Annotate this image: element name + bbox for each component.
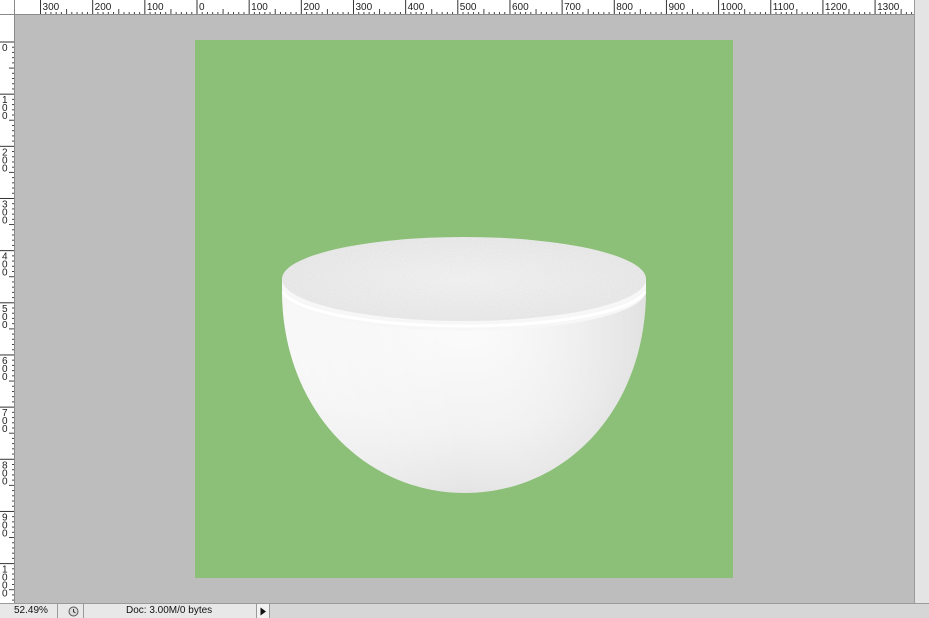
ruler-label: 0 [2, 424, 8, 435]
ruler-label: 900 [668, 2, 685, 13]
ruler-label: 200 [95, 2, 112, 13]
ruler-label: 0 [2, 215, 8, 226]
vertical-scrollbar[interactable] [914, 0, 929, 603]
ruler-label: 0 [2, 111, 8, 122]
ruler-label: 600 [512, 2, 529, 13]
bowl-illustration [281, 237, 647, 493]
ruler-label: 100 [251, 2, 268, 13]
vertical-ruler[interactable]: 01002003004005006007008009001000 [0, 15, 15, 603]
ruler-label: 0 [2, 163, 8, 174]
ruler-label: 0 [2, 43, 8, 54]
ruler-label: 500 [460, 2, 477, 13]
ruler-label: 300 [43, 2, 60, 13]
document-size-info: Doc: 3.00M/0 bytes [126, 605, 213, 616]
history-clock-icon[interactable] [64, 604, 84, 618]
ruler-label: 0 [199, 2, 205, 13]
ruler-label: 800 [616, 2, 633, 13]
ruler-label: 0 [2, 476, 8, 487]
document-canvas[interactable] [195, 40, 733, 578]
horizontal-ruler-ticks: 300 200 100 0 100 200 300 400 500 600 700 800 900 100… [40, 0, 913, 14]
ruler-label: 0 [2, 268, 8, 279]
ruler-label: 1100 [773, 2, 795, 13]
ruler-label: 0 [2, 528, 8, 539]
bowl-top-texture [282, 237, 646, 321]
ruler-label: 1200 [825, 2, 848, 13]
status-bar-filler [270, 604, 929, 618]
ruler-origin-corner[interactable] [0, 0, 15, 15]
ruler-label: 1000 [721, 2, 744, 13]
zoom-level-field[interactable]: 52.49% [0, 604, 58, 618]
ruler-label: 0 [2, 589, 8, 600]
photoshop-document-window: 300 200 100 0 100 200 300 400 500 600 700 800 900 100… [0, 0, 929, 618]
ruler-label: 300 [355, 2, 372, 13]
ruler-label: 400 [408, 2, 425, 13]
status-bar: 52.49% Doc: 3.00M/0 bytes [0, 603, 929, 618]
ruler-label: 700 [564, 2, 581, 13]
ruler-label: 100 [147, 2, 164, 13]
horizontal-ruler[interactable]: 300 200 100 0 100 200 300 400 500 600 700 800 900 100… [15, 0, 914, 15]
ruler-label: 200 [303, 2, 320, 13]
ruler-label: 0 [2, 320, 8, 331]
ruler-label: 1300 [877, 2, 900, 13]
pasteboard [15, 15, 914, 603]
ruler-label: 0 [2, 372, 8, 383]
vertical-ruler-ticks: 01002003004005006007008009001000 [0, 41, 14, 601]
play-triangle-icon[interactable] [256, 604, 270, 618]
